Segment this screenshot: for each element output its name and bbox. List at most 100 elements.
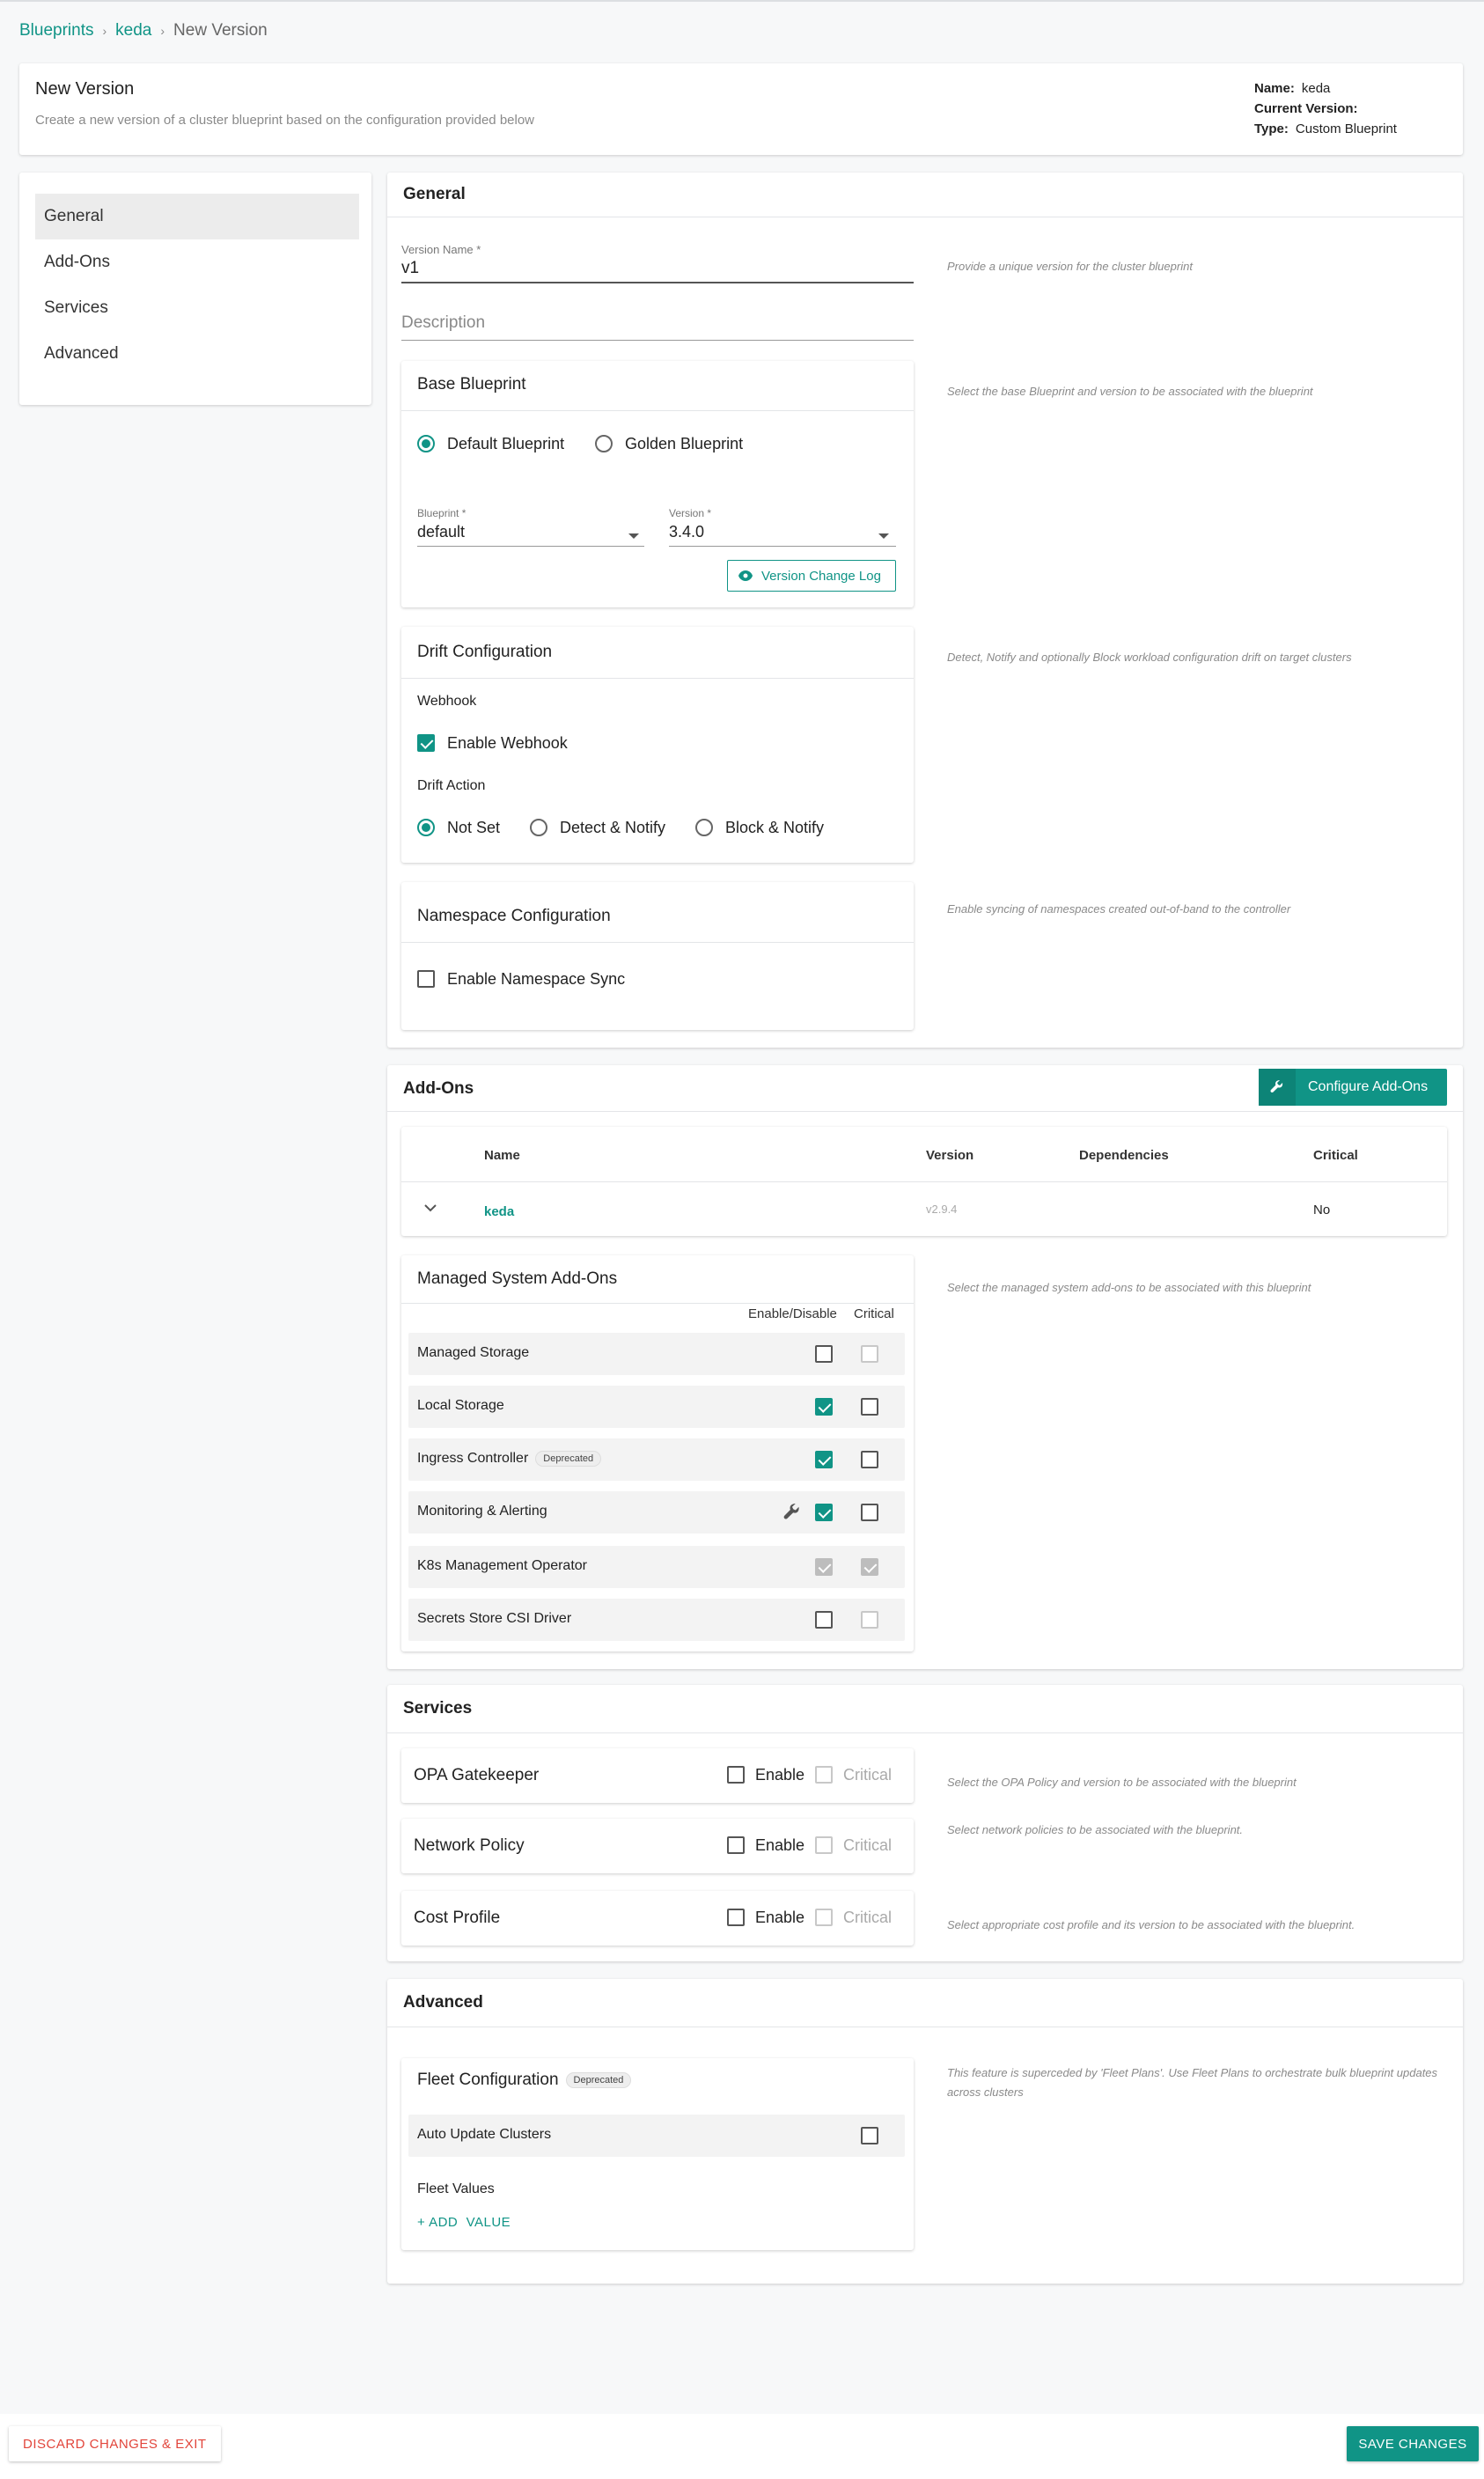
ingress-controller-enable-checkbox[interactable] — [815, 1451, 833, 1468]
col-header-critical: Critical — [1313, 1148, 1358, 1163]
blueprint-select-label: Blueprint * — [417, 507, 467, 519]
auto-update-clusters-label: Auto Update Clusters — [417, 2127, 552, 2142]
managed-storage-label: Managed Storage — [417, 1345, 530, 1360]
addon-critical: No — [1313, 1203, 1331, 1217]
description-underline — [401, 340, 914, 341]
detect-notify-radio[interactable] — [530, 819, 547, 836]
deprecated-badge: Deprecated — [535, 1451, 602, 1467]
network-policy-enable-checkbox[interactable] — [727, 1836, 745, 1854]
not-set-radio[interactable] — [417, 819, 435, 836]
drift-hint: Detect, Notify and optionally Block work… — [947, 651, 1352, 664]
version-underline — [669, 546, 896, 547]
managed-addons-card: Managed System Add-Ons Enable/Disable Cr… — [401, 1255, 914, 1651]
drift-config-title: Drift Configuration — [417, 643, 553, 661]
secrets-store-enable-checkbox[interactable] — [815, 1611, 833, 1629]
network-policy-critical-label: Critical — [843, 1836, 893, 1854]
secrets-store-csi-label: Secrets Store CSI Driver — [417, 1611, 572, 1626]
version-name-input[interactable]: v1 — [401, 259, 419, 278]
drift-action-label: Drift Action — [417, 778, 486, 793]
ingress-controller-critical-checkbox[interactable] — [861, 1451, 878, 1468]
enable-webhook-checkbox[interactable] — [417, 734, 435, 752]
sidebar-item-advanced[interactable]: Advanced — [35, 331, 359, 377]
not-set-label: Not Set — [447, 819, 501, 836]
addons-table: Name Version Dependencies Critical keda … — [401, 1127, 1447, 1236]
wrench-icon[interactable] — [783, 1504, 801, 1521]
cost-profile-card: Cost Profile Enable Critical — [401, 1891, 914, 1946]
header-card: New Version Create a new version of a cl… — [19, 63, 1463, 155]
version-select[interactable]: 3.4.0 — [669, 523, 704, 541]
secrets-store-critical-checkbox — [861, 1611, 878, 1629]
divider — [401, 1181, 1447, 1182]
golden-blueprint-label: Golden Blueprint — [625, 435, 744, 452]
monitoring-alerting-critical-checkbox[interactable] — [861, 1504, 878, 1521]
enable-namespace-sync-label: Enable Namespace Sync — [447, 970, 626, 988]
network-policy-title: Network Policy — [414, 1836, 525, 1855]
blueprint-select[interactable]: default — [417, 523, 465, 541]
sidebar: General Add-Ons Services Advanced — [19, 173, 371, 405]
divider — [387, 1111, 1463, 1112]
local-storage-critical-checkbox[interactable] — [861, 1398, 878, 1416]
namespace-hint: Enable syncing of namespaces created out… — [947, 902, 1291, 916]
opa-enable-checkbox[interactable] — [727, 1766, 745, 1784]
chevron-down-icon[interactable] — [628, 533, 639, 539]
webhook-label: Webhook — [417, 694, 477, 709]
configure-addons-button[interactable]: Configure Add-Ons — [1259, 1069, 1447, 1106]
k8s-operator-enable-checkbox — [815, 1558, 833, 1576]
col-header-dependencies: Dependencies — [1079, 1148, 1169, 1163]
col-header-name: Name — [484, 1148, 520, 1163]
version-name-underline — [401, 282, 914, 283]
chevron-down-icon[interactable] — [424, 1204, 437, 1213]
deprecated-badge: Deprecated — [565, 2071, 632, 2088]
managed-storage-critical-checkbox — [861, 1345, 878, 1363]
cost-profile-enable-label: Enable — [755, 1909, 805, 1926]
cost-profile-enable-checkbox[interactable] — [727, 1909, 745, 1926]
auto-update-clusters-checkbox[interactable] — [861, 2127, 878, 2144]
general-title: General — [403, 185, 466, 203]
version-select-label: Version * — [669, 507, 712, 519]
divider — [401, 678, 914, 679]
golden-blueprint-radio[interactable] — [595, 435, 613, 452]
version-change-log-button[interactable]: Version Change Log — [727, 560, 896, 592]
eye-icon — [738, 570, 753, 581]
base-blueprint-hint: Select the base Blueprint and version to… — [947, 385, 1313, 398]
discard-changes-button[interactable]: DISCARD CHANGES & EXIT — [9, 2426, 221, 2461]
breadcrumb-separator-icon: › — [160, 24, 165, 38]
network-policy-hint: Select network policies to be associated… — [947, 1823, 1244, 1836]
breadcrumb-blueprints[interactable]: Blueprints — [19, 21, 94, 40]
addon-name-link[interactable]: keda — [484, 1204, 514, 1219]
monitoring-alerting-enable-checkbox[interactable] — [815, 1504, 833, 1521]
k8s-management-operator-label: K8s Management Operator — [417, 1558, 587, 1573]
network-policy-card: Network Policy Enable Critical — [401, 1819, 914, 1873]
services-title: Services — [403, 1699, 473, 1718]
base-blueprint-title: Base Blueprint — [417, 375, 526, 394]
breadcrumb-current: New Version — [173, 21, 268, 40]
drift-config-card: Drift Configuration Webhook Enable Webho… — [401, 627, 914, 863]
enable-namespace-sync-checkbox[interactable] — [417, 970, 435, 988]
version-hint: Provide a unique version for the cluster… — [947, 260, 1193, 273]
default-blueprint-radio[interactable] — [417, 435, 435, 452]
breadcrumb-keda[interactable]: keda — [115, 21, 151, 40]
base-blueprint-card: Base Blueprint Default Blueprint Golden … — [401, 361, 914, 607]
block-notify-label: Block & Notify — [725, 819, 825, 836]
local-storage-enable-checkbox[interactable] — [815, 1398, 833, 1416]
sidebar-item-add-ons[interactable]: Add-Ons — [35, 239, 359, 285]
divider — [387, 1732, 1463, 1733]
managed-storage-enable-checkbox[interactable] — [815, 1345, 833, 1363]
local-storage-label: Local Storage — [417, 1398, 504, 1413]
sidebar-item-services[interactable]: Services — [35, 285, 359, 331]
chevron-down-icon[interactable] — [878, 533, 889, 539]
block-notify-radio[interactable] — [695, 819, 713, 836]
meta-type: Type: Custom Blueprint — [1254, 121, 1397, 136]
divider — [401, 410, 914, 411]
description-input[interactable]: Description — [401, 313, 485, 333]
add-value-button[interactable]: + ADD VALUE — [417, 2215, 511, 2230]
meta-current-version: Current Version: — [1254, 101, 1358, 116]
network-policy-enable-label: Enable — [755, 1836, 805, 1854]
ingress-controller-label: Ingress Controller Deprecated — [417, 1451, 602, 1467]
col-header-enable-disable: Enable/Disable — [748, 1306, 837, 1321]
save-changes-button[interactable]: SAVE CHANGES — [1347, 2426, 1479, 2461]
namespace-config-title: Namespace Configuration — [417, 907, 611, 925]
cost-profile-critical-label: Critical — [843, 1909, 893, 1926]
services-section: Services OPA Gatekeeper Enable Critical … — [387, 1685, 1463, 1961]
sidebar-item-general[interactable]: General — [35, 194, 359, 239]
